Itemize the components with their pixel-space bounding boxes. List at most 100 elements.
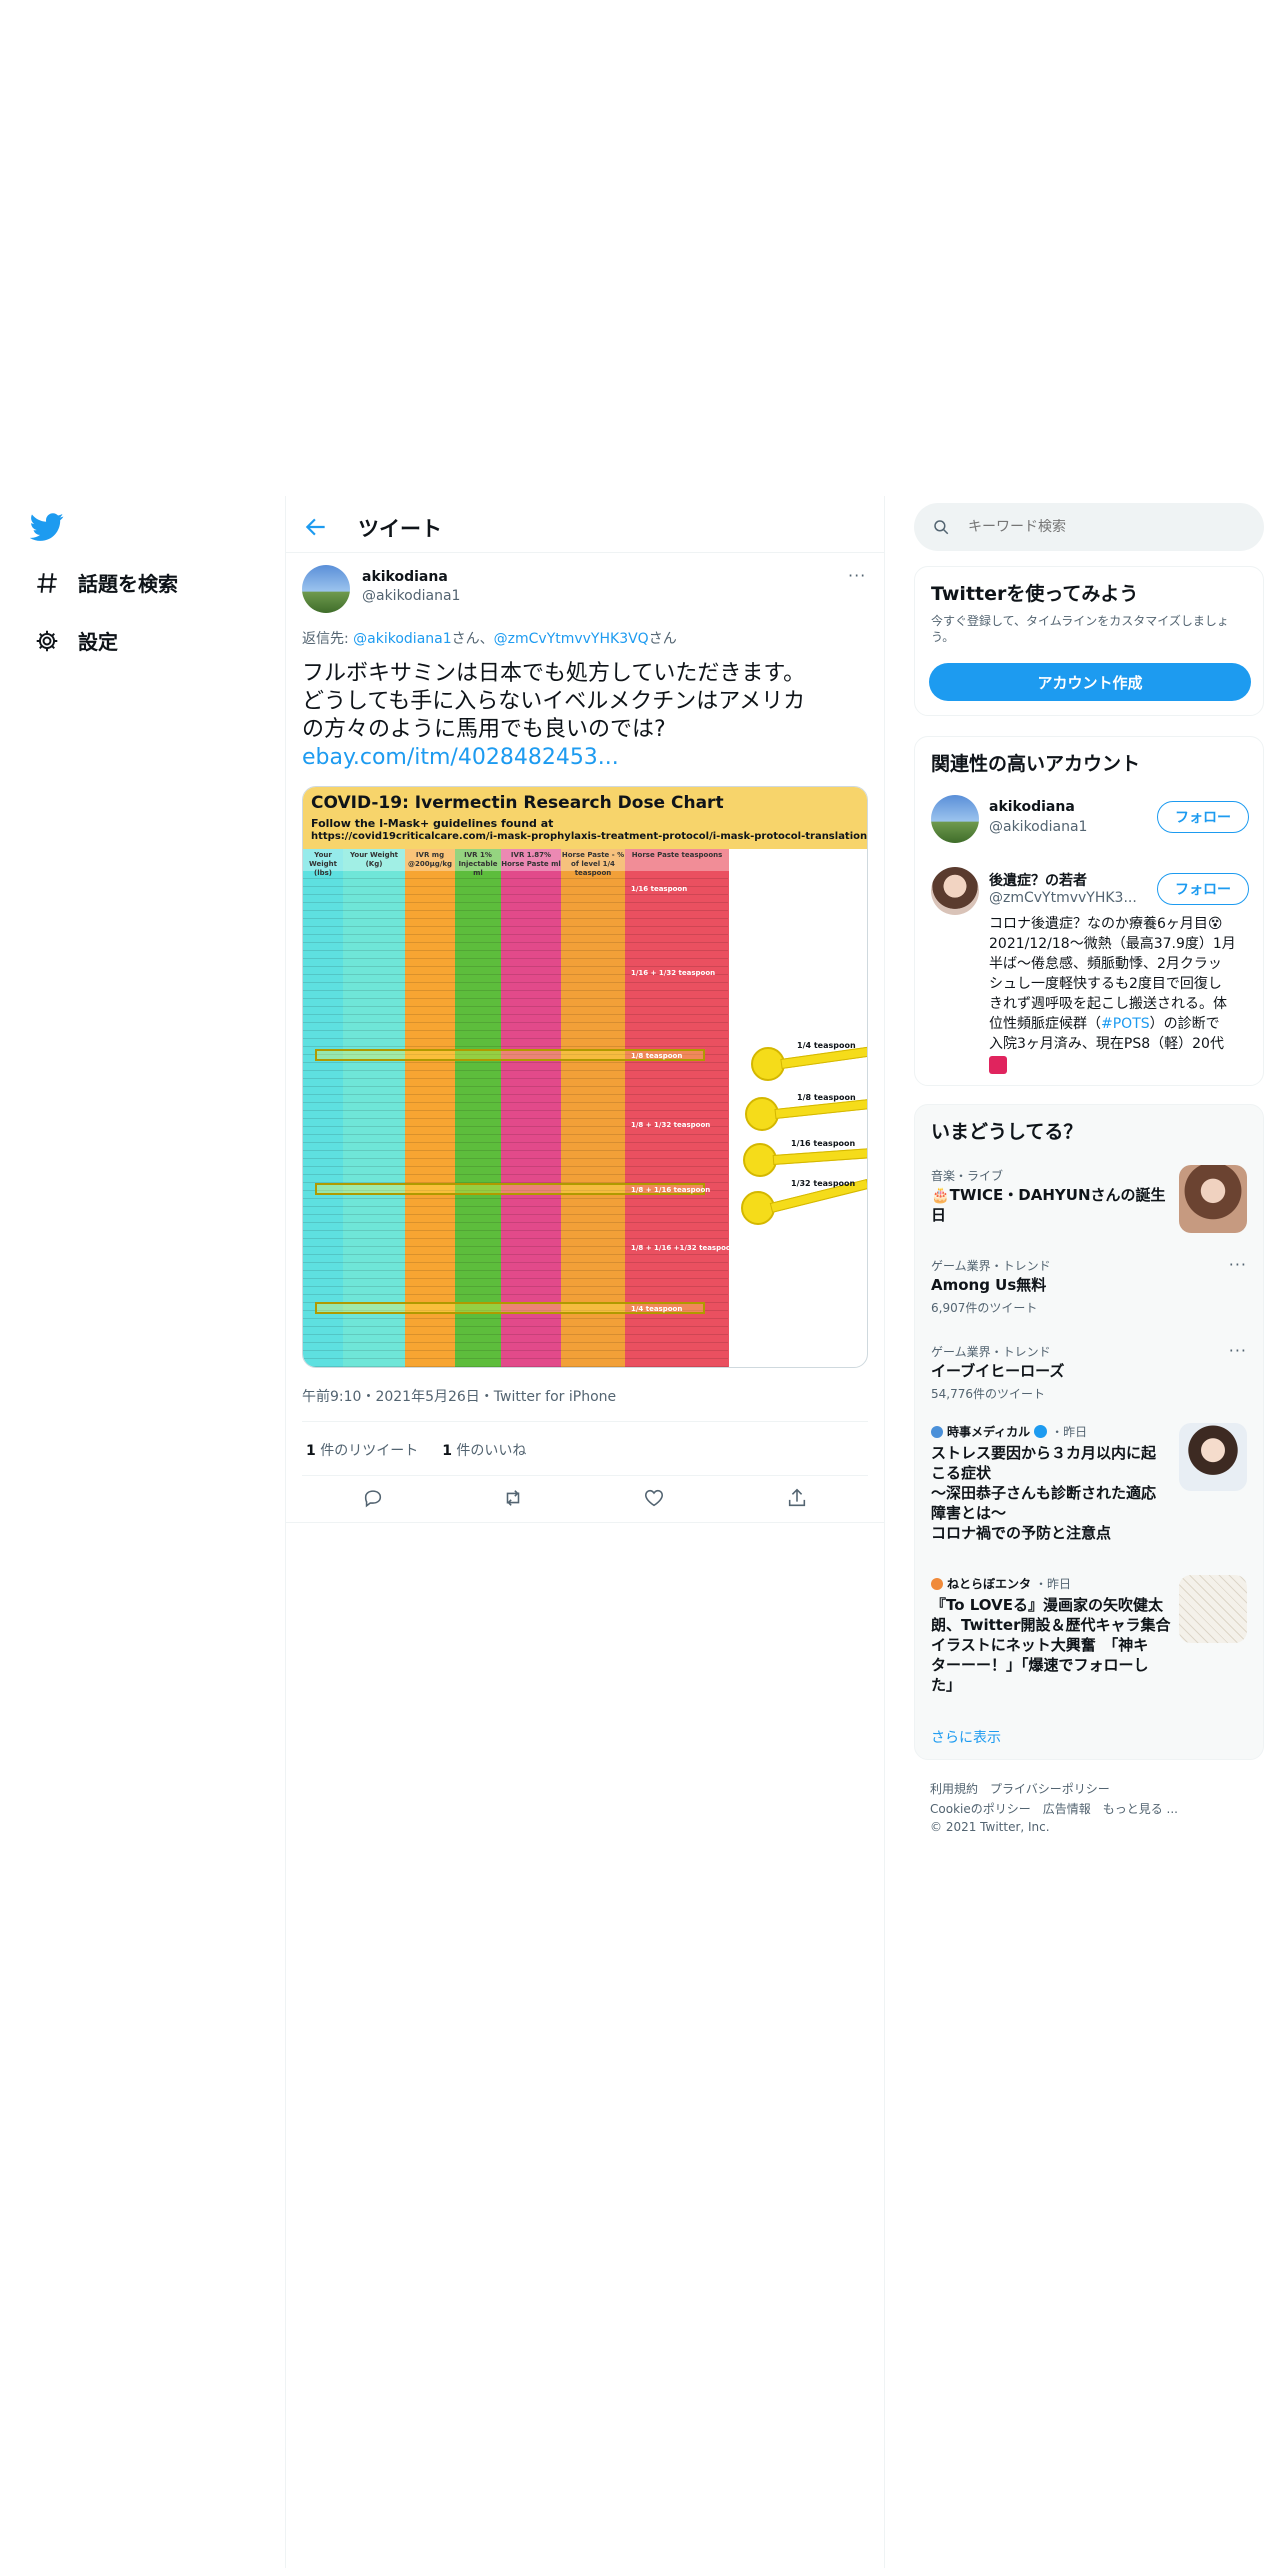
signup-card: Twitterを使ってみよう 今すぐ登録して、タイムラインをカスタマイズしましょ… — [914, 566, 1264, 716]
dose-chart-title: COVID-19: Ivermectin Research Dose Chart — [311, 793, 724, 813]
search-bar[interactable] — [914, 503, 1264, 551]
avatar[interactable] — [931, 867, 979, 915]
spoon-icon — [745, 1097, 779, 1131]
trend-title[interactable]: 🎂TWICE・DAHYUNさんの誕生 日 — [931, 1185, 1171, 1225]
signup-title: Twitterを使ってみよう — [931, 583, 1139, 605]
trend-title[interactable]: 『To LOVEる』漫画家の矢吹健太 朗、Twitter開設＆歴代キャラ集合 イ… — [931, 1595, 1171, 1695]
account-name[interactable]: akikodiana — [989, 799, 1075, 815]
source-time: ・昨日 — [1035, 1577, 1072, 1591]
right-divider — [884, 496, 885, 2568]
avatar[interactable] — [302, 565, 350, 613]
trend-title-line: 日 — [931, 1206, 947, 1224]
retweet-icon[interactable] — [502, 1487, 524, 1509]
nav-settings[interactable]: 設定 — [34, 626, 118, 655]
trend-category: 音楽・ライブ — [931, 1169, 1004, 1183]
col-header: Horse Paste - % of level 1/4 teaspoon — [561, 849, 625, 877]
show-more-link[interactable]: さらに表示 — [931, 1727, 1001, 1747]
col-header: Your Weight (lbs) — [303, 849, 343, 877]
trend-count: 54,776件のツイート — [931, 1387, 1045, 1401]
trend-title-line: 『To LOVEる』漫画家の矢吹健太 — [931, 1596, 1163, 1614]
reply-user-link[interactable]: @akikodiana1 — [353, 631, 451, 647]
follow-button[interactable]: フォロー — [1157, 801, 1249, 833]
source-name: 時事メディカル — [947, 1425, 1031, 1439]
footer-links[interactable]: Cookieのポリシー 広告情報 もっと見る ... — [930, 1800, 1178, 1817]
signup-desc: 今すぐ登録して、タイムラインをカスタマイズしましょ う。 — [931, 613, 1229, 645]
nav-settings-label: 設定 — [78, 630, 118, 654]
tsp-label: 1/16 + 1/32 teaspoon — [631, 969, 716, 977]
col-header: IVR 1.87% Horse Paste ml — [501, 849, 561, 871]
spoon-label: 1/16 teaspoon — [791, 1139, 856, 1148]
account-name[interactable]: 後遺症？の若者 — [989, 870, 1087, 890]
follow-button[interactable]: フォロー — [1157, 873, 1249, 905]
tweet-timestamp[interactable]: 午前9:10・2021年5月26日・Twitter for iPhone — [302, 1386, 616, 1406]
trend-title[interactable]: イーブイヒーローズ — [931, 1361, 1064, 1381]
tweet-link[interactable]: ebay.com/itm/4028482453... — [302, 744, 882, 772]
likes-stat[interactable]: 1 件のいいね — [442, 1440, 526, 1460]
trends-title: いまどうしてる？ — [931, 1121, 1083, 1143]
tweet-text-line: の方々のように馬用でも良いのでは? — [302, 717, 666, 742]
hashtag-link[interactable]: #POTS — [1101, 1016, 1150, 1032]
account-bio: コロナ後遺症？なのか療養6ヶ月目😵 2021/12/18〜微熱（最高37.9度）… — [989, 914, 1255, 1080]
twitter-logo-icon[interactable] — [29, 510, 64, 544]
author-name[interactable]: akikodiana — [362, 569, 448, 585]
bio-line: 入院3ヶ月済み、現在PS8（軽）20代 — [989, 1036, 1224, 1052]
trend-category: ゲーム業界・トレンド — [931, 1345, 1051, 1359]
tweet-stats: 1 件のリツイート 1 件のいいね — [306, 1440, 526, 1460]
trend-source: ねとらぼエンタ ・昨日 — [931, 1575, 1071, 1592]
bio-line: 位性頻脈症候群（#POTS）の診断で — [989, 1014, 1255, 1034]
trend-title-line: ストレス要因から３カ月以内に起 — [931, 1444, 1157, 1462]
nav-explore[interactable]: 話題を検索 — [34, 568, 178, 597]
reply-icon[interactable] — [362, 1487, 384, 1509]
retweets-stat[interactable]: 1 件のリツイート — [306, 1440, 418, 1460]
like-icon[interactable] — [643, 1487, 665, 1509]
spoon-icon — [751, 1047, 785, 1081]
bio-line: 半ば〜倦怠感、頻脈動悸、2月クラッ — [989, 956, 1222, 972]
hashtag-icon — [37, 572, 57, 593]
trend-title-line: こる症状 — [931, 1464, 992, 1482]
trend-thumbnail[interactable] — [1179, 1165, 1247, 1233]
reply-suffix: さん — [648, 631, 677, 647]
trend-thumbnail[interactable] — [1179, 1423, 1247, 1491]
more-options-icon[interactable]: ··· — [1229, 1255, 1247, 1274]
tsp-label: 1/8 + 1/16 teaspoon — [631, 1186, 711, 1194]
spoon-icon — [743, 1143, 777, 1177]
search-input[interactable] — [968, 519, 1228, 535]
tsp-label: 1/8 teaspoon — [631, 1052, 683, 1060]
news-source-icon — [931, 1577, 943, 1590]
col-header: IVR mg @200µg/kg — [405, 849, 455, 871]
dose-chart-header: COVID-19: Ivermectin Research Dose Chart… — [303, 787, 867, 849]
reply-to: 返信先: @akikodiana1さん、@zmCvYtmvvYHK3VQさん — [302, 628, 677, 648]
reply-user-link[interactable]: @zmCvYtmvvYHK3VQ — [494, 631, 649, 647]
reply-sep: さん、 — [451, 631, 494, 647]
tweet-text: フルボキサミンは日本でも処方していただきます。 どうしても手に入らないイベルメク… — [302, 660, 882, 772]
account-handle[interactable]: @akikodiana1 — [989, 819, 1087, 835]
create-account-button[interactable]: アカウント作成 — [929, 663, 1251, 701]
table-rows — [303, 871, 728, 1367]
avatar[interactable] — [931, 795, 979, 843]
tweet-image[interactable]: COVID-19: Ivermectin Research Dose Chart… — [302, 786, 868, 1368]
verified-badge-icon — [1034, 1425, 1048, 1438]
bio-line: 2021/12/18〜微熱（最高37.9度）1月 — [989, 936, 1236, 952]
bio-line: きれず週呼吸を起こし搬送される。体 — [989, 996, 1227, 1012]
left-divider — [285, 496, 286, 2568]
more-options-icon[interactable]: ··· — [848, 566, 866, 585]
dose-chart-subtitle: Follow the I-Mask+ guidelines found at — [311, 817, 554, 830]
footer-links[interactable]: 利用規約 プライバシーポリシー — [930, 1780, 1110, 1797]
trend-title-line: コロナ禍での予防と注意点 — [931, 1524, 1112, 1542]
trend-title[interactable]: ストレス要因から３カ月以内に起 こる症状 ～深田恭子さんも診断された適応 障害と… — [931, 1443, 1171, 1543]
retweets-label: 件のリツイート — [315, 1443, 419, 1459]
share-icon[interactable] — [786, 1487, 808, 1509]
trend-thumbnail[interactable] — [1179, 1575, 1247, 1643]
trend-title-line: 朗、Twitter開設＆歴代キャラ集合 — [931, 1616, 1171, 1634]
dose-chart-table: Your Weight (lbs) Your Weight (Kg) IVR m… — [303, 849, 867, 1367]
account-handle[interactable]: @zmCvYtmvvYHK3... — [989, 890, 1137, 906]
more-options-icon[interactable]: ··· — [1229, 1341, 1247, 1360]
trend-title[interactable]: Among Us無料 — [931, 1275, 1046, 1295]
author-handle[interactable]: @akikodiana1 — [362, 588, 460, 604]
back-arrow-icon[interactable] — [303, 514, 329, 540]
spoon-label: 1/4 teaspoon — [797, 1041, 856, 1050]
bio-text: ）の診断で — [1149, 1016, 1220, 1032]
trend-source: 時事メディカル ・昨日 — [931, 1423, 1087, 1440]
signup-desc-line: 今すぐ登録して、タイムラインをカスタマイズしましょ — [931, 614, 1229, 628]
tsp-label: 1/4 teaspoon — [631, 1305, 683, 1313]
